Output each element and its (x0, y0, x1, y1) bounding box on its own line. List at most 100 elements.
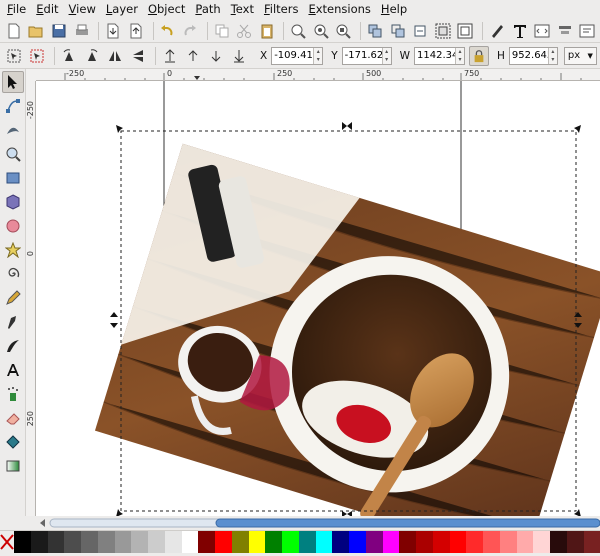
import-icon[interactable] (103, 21, 123, 41)
raise-to-top-icon[interactable] (160, 46, 180, 66)
color-swatch[interactable] (584, 531, 600, 553)
zoom-selection-icon[interactable] (288, 21, 308, 41)
redo-icon[interactable] (180, 21, 200, 41)
vertical-ruler[interactable]: -250 0 250 (26, 81, 36, 516)
paint-bucket-tool[interactable] (2, 431, 24, 453)
color-swatch[interactable] (165, 531, 182, 553)
rectangle-tool[interactable] (2, 167, 24, 189)
tweak-tool[interactable] (2, 119, 24, 141)
color-swatch[interactable] (148, 531, 165, 553)
horizontal-ruler[interactable]: -250 0 250 500 750 (36, 69, 600, 81)
lower-icon[interactable] (206, 46, 226, 66)
group-icon[interactable] (433, 21, 453, 41)
eraser-tool[interactable] (2, 407, 24, 429)
color-swatch[interactable] (483, 531, 500, 553)
color-swatch[interactable] (131, 531, 148, 553)
clone-icon[interactable] (388, 21, 408, 41)
color-swatch[interactable] (115, 531, 132, 553)
menu-file[interactable]: File (2, 0, 31, 19)
star-tool[interactable] (2, 239, 24, 261)
text-font-icon[interactable] (510, 21, 530, 41)
color-swatch[interactable] (265, 531, 282, 553)
pen-tool[interactable] (2, 311, 24, 333)
color-swatch[interactable] (98, 531, 115, 553)
fill-stroke-icon[interactable] (487, 21, 507, 41)
horizontal-scrollbar[interactable] (36, 516, 600, 530)
color-swatch[interactable] (48, 531, 65, 553)
color-swatch[interactable] (500, 531, 517, 553)
align-icon[interactable] (555, 21, 575, 41)
color-swatch[interactable] (450, 531, 467, 553)
ungroup-icon[interactable] (456, 21, 476, 41)
w-field[interactable]: ▴▾ (414, 47, 465, 65)
color-swatch[interactable] (249, 531, 266, 553)
menu-text[interactable]: Text (226, 0, 259, 19)
calligraphy-tool[interactable] (2, 335, 24, 357)
no-paint-swatch[interactable] (0, 531, 14, 553)
color-swatch[interactable] (215, 531, 232, 553)
unit-select[interactable]: px▼ (564, 47, 597, 65)
lock-ratio-button[interactable] (469, 46, 489, 66)
color-swatch[interactable] (416, 531, 433, 553)
raise-icon[interactable] (183, 46, 203, 66)
rotate-ccw-icon[interactable] (59, 46, 79, 66)
spray-tool[interactable] (2, 383, 24, 405)
menu-help[interactable]: Help (376, 0, 412, 19)
menu-path[interactable]: Path (190, 0, 225, 19)
save-icon[interactable] (49, 21, 69, 41)
y-field[interactable]: ▴▾ (342, 47, 392, 65)
lower-to-bottom-icon[interactable] (229, 46, 249, 66)
menu-extensions[interactable]: Extensions (303, 0, 375, 19)
color-swatch[interactable] (332, 531, 349, 553)
undo-icon[interactable] (158, 21, 178, 41)
color-swatch[interactable] (349, 531, 366, 553)
new-icon[interactable] (4, 21, 24, 41)
color-swatch[interactable] (64, 531, 81, 553)
color-swatch[interactable] (182, 531, 199, 553)
color-swatch[interactable] (517, 531, 534, 553)
color-swatch[interactable] (533, 531, 550, 553)
color-swatch[interactable] (232, 531, 249, 553)
h-field[interactable]: ▴▾ (509, 47, 558, 65)
cut-icon[interactable] (234, 21, 254, 41)
drawing-canvas[interactable] (36, 81, 600, 516)
select-all-layers-icon[interactable] (27, 46, 47, 66)
menu-edit[interactable]: Edit (31, 0, 63, 19)
color-swatch[interactable] (198, 531, 215, 553)
selector-tool[interactable] (2, 71, 24, 93)
gradient-tool[interactable] (2, 455, 24, 477)
color-swatch[interactable] (366, 531, 383, 553)
zoom-page-icon[interactable] (334, 21, 354, 41)
zoom-tool[interactable] (2, 143, 24, 165)
3d-box-tool[interactable] (2, 191, 24, 213)
color-swatch[interactable] (550, 531, 567, 553)
x-field[interactable]: ▴▾ (271, 47, 323, 65)
menu-object[interactable]: Object (143, 0, 190, 19)
paste-icon[interactable] (257, 21, 277, 41)
print-icon[interactable] (72, 21, 92, 41)
color-swatch[interactable] (383, 531, 400, 553)
color-swatch[interactable] (567, 531, 584, 553)
color-swatch[interactable] (282, 531, 299, 553)
menu-filters[interactable]: Filters (259, 0, 303, 19)
unlink-clone-icon[interactable] (410, 21, 430, 41)
color-swatch[interactable] (81, 531, 98, 553)
color-swatch[interactable] (466, 531, 483, 553)
color-swatch[interactable] (316, 531, 333, 553)
copy-icon[interactable] (212, 21, 232, 41)
color-swatch[interactable] (31, 531, 48, 553)
duplicate-icon[interactable] (365, 21, 385, 41)
node-tool[interactable] (2, 95, 24, 117)
spiral-tool[interactable] (2, 263, 24, 285)
preferences-icon[interactable] (578, 21, 598, 41)
select-all-icon[interactable] (4, 46, 24, 66)
text-tool[interactable] (2, 359, 24, 381)
color-swatch[interactable] (299, 531, 316, 553)
open-icon[interactable] (27, 21, 47, 41)
export-icon[interactable] (126, 21, 146, 41)
menu-layer[interactable]: Layer (101, 0, 143, 19)
flip-horizontal-icon[interactable] (105, 46, 125, 66)
xml-editor-icon[interactable] (532, 21, 552, 41)
color-swatch[interactable] (14, 531, 31, 553)
menu-view[interactable]: View (64, 0, 101, 19)
